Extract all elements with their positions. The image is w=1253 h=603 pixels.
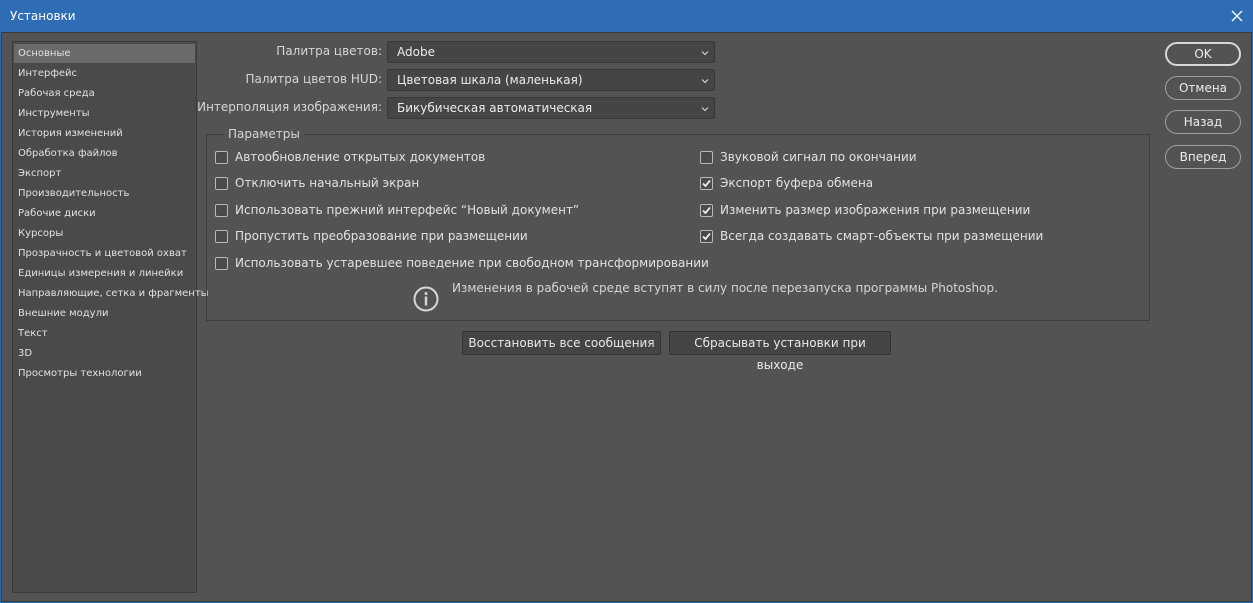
- ok-button[interactable]: OK: [1165, 42, 1241, 66]
- checkbox-box: [215, 176, 228, 190]
- options-group-legend: Параметры: [224, 127, 304, 141]
- chevron-down-icon: [701, 51, 709, 56]
- sidebar-item-general[interactable]: Основные: [14, 44, 195, 63]
- sidebar-item-cursors[interactable]: Курсоры: [14, 224, 195, 243]
- close-icon: [1231, 10, 1243, 22]
- beep-when-done-checkbox[interactable]: Звуковой сигнал по окончании: [700, 149, 917, 165]
- checkmark-icon: [702, 179, 711, 187]
- checkbox-box: [215, 203, 228, 217]
- checkbox-box: [215, 150, 228, 164]
- restore-messages-button[interactable]: Восстановить все сообщения: [462, 331, 661, 355]
- legacy-free-transform-checkbox[interactable]: Использовать устаревшее поведение при св…: [215, 255, 709, 271]
- checkbox-label: Изменить размер изображения при размещен…: [720, 203, 1031, 217]
- info-icon: [413, 286, 439, 312]
- window-title: Установки: [10, 9, 76, 23]
- sidebar-item-tech-previews[interactable]: Просмотры технологии: [14, 364, 195, 383]
- checkbox-box: [700, 176, 713, 190]
- sidebar-item-file-handling[interactable]: Обработка файлов: [14, 144, 195, 163]
- chevron-down-icon: [701, 107, 709, 112]
- image-interpolation-label: Интерполяция изображения:: [197, 100, 382, 114]
- sidebar-item-plugins[interactable]: Внешние модули: [14, 304, 195, 323]
- checkbox-label: Использовать прежний интерфейс “Новый до…: [235, 203, 580, 217]
- sidebar-item-guides[interactable]: Направляющие, сетка и фрагменты: [14, 284, 209, 303]
- sidebar-item-performance[interactable]: Производительность: [14, 184, 195, 203]
- hud-color-picker-value: Цветовая шкала (маленькая): [397, 73, 583, 87]
- checkbox-label: Отключить начальный экран: [235, 176, 420, 190]
- cancel-button[interactable]: Отмена: [1165, 76, 1241, 100]
- sidebar: Основные Интерфейс Рабочая среда Инструм…: [12, 41, 209, 593]
- checkbox-label: Автообновление открытых документов: [235, 150, 486, 164]
- image-interpolation-value: Бикубическая автоматическая: [397, 101, 593, 115]
- skip-transform-checkbox[interactable]: Пропустить преобразование при размещении: [215, 228, 528, 244]
- sidebar-item-transparency[interactable]: Прозрачность и цветовой охват: [14, 244, 195, 263]
- disable-home-screen-checkbox[interactable]: Отключить начальный экран: [215, 175, 419, 191]
- checkbox-label: Пропустить преобразование при размещении: [235, 229, 528, 243]
- checkmark-icon: [702, 206, 711, 214]
- checkbox-box: [700, 229, 713, 243]
- sidebar-item-type[interactable]: Текст: [14, 324, 195, 343]
- sidebar-item-3d[interactable]: 3D: [14, 344, 195, 363]
- checkbox-box: [215, 256, 228, 270]
- checkbox-box: [215, 229, 228, 243]
- checkbox-label: Использовать устаревшее поведение при св…: [235, 256, 709, 270]
- checkbox-label: Звуковой сигнал по окончании: [720, 150, 917, 164]
- legacy-new-document-checkbox[interactable]: Использовать прежний интерфейс “Новый до…: [215, 202, 579, 218]
- hud-color-picker-select[interactable]: Цветовая шкала (маленькая): [387, 69, 715, 91]
- sidebar-item-workspace[interactable]: Рабочая среда: [14, 84, 195, 103]
- info-text: Изменения в рабочей среде вступят в силу…: [452, 281, 998, 295]
- checkbox-label: Экспорт буфера обмена: [720, 176, 874, 190]
- sidebar-item-tools[interactable]: Инструменты: [14, 104, 195, 123]
- color-picker-label: Палитра цветов:: [276, 44, 382, 58]
- back-button[interactable]: Назад: [1165, 110, 1241, 134]
- forward-button[interactable]: Вперед: [1165, 145, 1241, 169]
- checkmark-icon: [702, 232, 711, 240]
- resize-on-place-checkbox[interactable]: Изменить размер изображения при размещен…: [700, 202, 1030, 218]
- hud-color-picker-label: Палитра цветов HUD:: [245, 72, 382, 86]
- sidebar-item-scratch-disks[interactable]: Рабочие диски: [14, 204, 195, 223]
- color-picker-select[interactable]: Adobe: [387, 41, 715, 63]
- checkbox-box: [700, 150, 713, 164]
- sidebar-item-history[interactable]: История изменений: [14, 124, 195, 143]
- close-button[interactable]: [1221, 0, 1253, 32]
- color-picker-value: Adobe: [397, 45, 435, 59]
- sidebar-item-interface[interactable]: Интерфейс: [14, 64, 195, 83]
- auto-update-checkbox[interactable]: Автообновление открытых документов: [215, 149, 485, 165]
- checkbox-box: [700, 203, 713, 217]
- sidebar-item-units[interactable]: Единицы измерения и линейки: [14, 264, 195, 283]
- preferences-dialog: Основные Интерфейс Рабочая среда Инструм…: [1, 32, 1252, 602]
- title-bar: Установки: [0, 0, 1253, 32]
- export-clipboard-checkbox[interactable]: Экспорт буфера обмена: [700, 175, 873, 191]
- checkbox-label: Всегда создавать смарт-объекты при разме…: [720, 229, 1044, 243]
- chevron-down-icon: [701, 79, 709, 84]
- smart-objects-checkbox[interactable]: Всегда создавать смарт-объекты при разме…: [700, 228, 1043, 244]
- image-interpolation-select[interactable]: Бикубическая автоматическая: [387, 97, 715, 119]
- sidebar-item-export[interactable]: Экспорт: [14, 164, 195, 183]
- reset-on-quit-button[interactable]: Сбрасывать установки при выходе: [669, 331, 891, 372]
